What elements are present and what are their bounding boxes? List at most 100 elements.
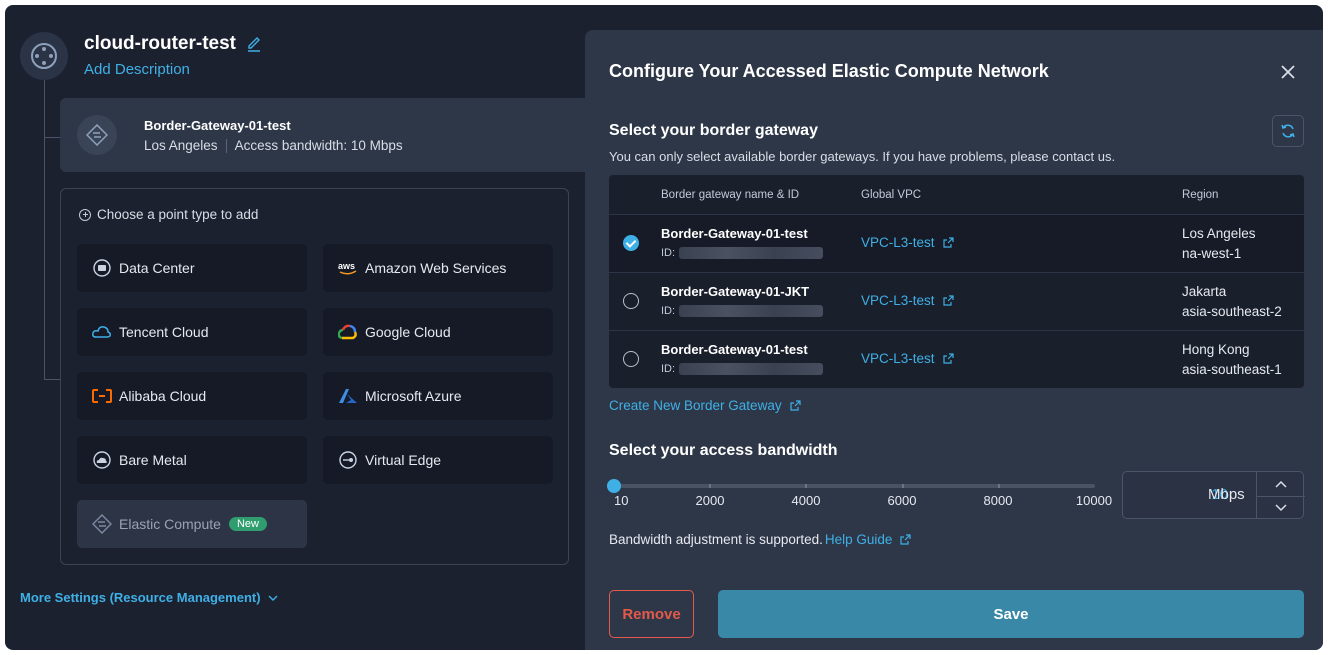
decrement-button[interactable] (1257, 496, 1305, 519)
divider (225, 138, 227, 153)
point-type-panel: Choose a point type to add Data Center a… (60, 188, 569, 565)
slider-handle[interactable] (607, 479, 621, 493)
redacted-id (679, 363, 824, 375)
external-link-icon (789, 400, 801, 411)
tree-branch (44, 137, 60, 138)
point-type-tencent[interactable]: Tencent Cloud (77, 308, 307, 356)
row-gateway-name: Border-Gateway-01-test (661, 342, 808, 357)
redacted-id (679, 305, 824, 317)
column-header-region: Region (1182, 189, 1219, 201)
point-type-title-text: Choose a point type to add (97, 207, 259, 222)
point-type-bare-metal[interactable]: Bare Metal (77, 436, 307, 484)
configure-panel: Configure Your Accessed Elastic Compute … (585, 30, 1323, 650)
gateway-bandwidth: Access bandwidth: 10 Mbps (234, 138, 403, 153)
row-vpc-link[interactable]: VPC-L3-test (861, 293, 954, 308)
redacted-id (679, 247, 824, 259)
aws-icon: aws (338, 258, 358, 278)
point-type-data-center[interactable]: Data Center (77, 244, 307, 292)
point-type-label: Google Cloud (365, 324, 451, 340)
point-type-virtual-edge[interactable]: Virtual Edge (323, 436, 553, 484)
point-type-label: Microsoft Azure (365, 388, 462, 404)
column-header-vpc: Global VPC (861, 189, 922, 201)
point-type-label: Data Center (119, 260, 195, 276)
table-row[interactable]: Border-Gateway-01-test ID: VPC-L3-test H… (609, 330, 1304, 388)
bandwidth-note: Bandwidth adjustment is supported. Help … (609, 532, 912, 547)
external-link-icon (942, 353, 954, 364)
increment-button[interactable] (1257, 472, 1305, 495)
tree-line (44, 80, 45, 380)
table-row[interactable]: Border-Gateway-01-test ID: VPC-L3-test L… (609, 214, 1304, 272)
id-label: ID: (661, 305, 676, 317)
id-label: ID: (661, 363, 676, 375)
bandwidth-note-text: Bandwidth adjustment is supported. (609, 532, 823, 547)
bandwidth-stepper (1256, 472, 1305, 519)
point-type-label: Virtual Edge (365, 452, 442, 468)
row-radio[interactable] (623, 351, 639, 367)
edit-icon[interactable] (246, 34, 262, 52)
point-type-label: Tencent Cloud (119, 324, 209, 340)
point-type-azure[interactable]: Microsoft Azure (323, 372, 553, 420)
point-type-alibaba[interactable]: Alibaba Cloud (77, 372, 307, 420)
row-vpc-link[interactable]: VPC-L3-test (861, 235, 954, 250)
chevron-up-icon (1275, 480, 1287, 488)
table-row[interactable]: Border-Gateway-01-JKT ID: VPC-L3-test Ja… (609, 272, 1304, 330)
point-type-label: Bare Metal (119, 452, 187, 468)
virtual-edge-icon (338, 450, 358, 470)
plus-circle-icon (79, 208, 91, 221)
tick-label: 4000 (791, 493, 821, 508)
external-link-icon (900, 534, 912, 545)
point-type-title: Choose a point type to add (79, 207, 258, 222)
row-radio[interactable] (623, 293, 639, 309)
slider-tick (997, 484, 1000, 488)
bandwidth-input[interactable]: 10 Mbps (1122, 471, 1305, 519)
id-label: ID: (661, 247, 676, 259)
gateway-name: Border-Gateway-01-test (144, 118, 291, 133)
point-type-label: Alibaba Cloud (119, 388, 207, 404)
point-type-google[interactable]: Google Cloud (323, 308, 553, 356)
save-button[interactable]: Save (718, 590, 1304, 638)
point-type-elastic-compute[interactable]: Elastic Compute New (77, 500, 307, 548)
more-settings-toggle[interactable]: More Settings (Resource Management) (20, 590, 279, 605)
bandwidth-slider[interactable] (607, 479, 1095, 493)
point-type-label: Elastic Compute (119, 516, 221, 532)
row-region: Jakarta asia-southeast-2 (1182, 282, 1282, 322)
tick-label: 6000 (887, 493, 917, 508)
row-vpc-link[interactable]: VPC-L3-test (861, 351, 954, 366)
bare-metal-icon (92, 450, 112, 470)
slider-tick (901, 484, 904, 488)
slider-tick (709, 484, 712, 488)
current-gateway-card[interactable]: Border-Gateway-01-test Los Angeles Acces… (60, 98, 600, 172)
tick-label: 8000 (983, 493, 1013, 508)
create-border-gateway-link[interactable]: Create New Border Gateway (609, 398, 801, 413)
row-gateway-name: Border-Gateway-01-test (661, 226, 808, 241)
google-cloud-icon (338, 322, 358, 342)
point-type-aws[interactable]: aws Amazon Web Services (323, 244, 553, 292)
external-link-icon (942, 295, 954, 306)
border-gateway-icon (77, 115, 117, 155)
region-city: Jakarta (1182, 284, 1227, 299)
svg-text:aws: aws (338, 261, 355, 271)
tree-branch (44, 379, 60, 380)
alibaba-cloud-icon (92, 386, 112, 406)
vpc-label: VPC-L3-test (861, 235, 935, 250)
remove-button[interactable]: Remove (609, 590, 694, 638)
row-gateway-name: Border-Gateway-01-JKT (661, 284, 810, 299)
create-link-label: Create New Border Gateway (609, 398, 782, 413)
region-city: Hong Kong (1182, 342, 1250, 357)
new-badge: New (228, 517, 267, 531)
add-description-link[interactable]: Add Description (84, 61, 190, 78)
refresh-button[interactable] (1272, 115, 1304, 147)
gateway-location: Los Angeles (144, 138, 218, 153)
column-header-gateway: Border gateway name & ID (661, 189, 800, 201)
help-guide-label: Help Guide (824, 532, 893, 547)
cloud-router-icon (20, 32, 68, 80)
close-icon[interactable] (1279, 63, 1297, 81)
row-radio-selected[interactable] (623, 235, 639, 251)
refresh-icon (1281, 124, 1295, 138)
tencent-cloud-icon (92, 322, 112, 342)
row-gateway-id: ID: (661, 247, 824, 259)
help-guide-link[interactable]: Help Guide (825, 532, 912, 547)
slider-tick (805, 484, 808, 488)
gateway-table: Border gateway name & ID Global VPC Regi… (609, 175, 1304, 388)
chevron-down-icon (1275, 504, 1287, 512)
